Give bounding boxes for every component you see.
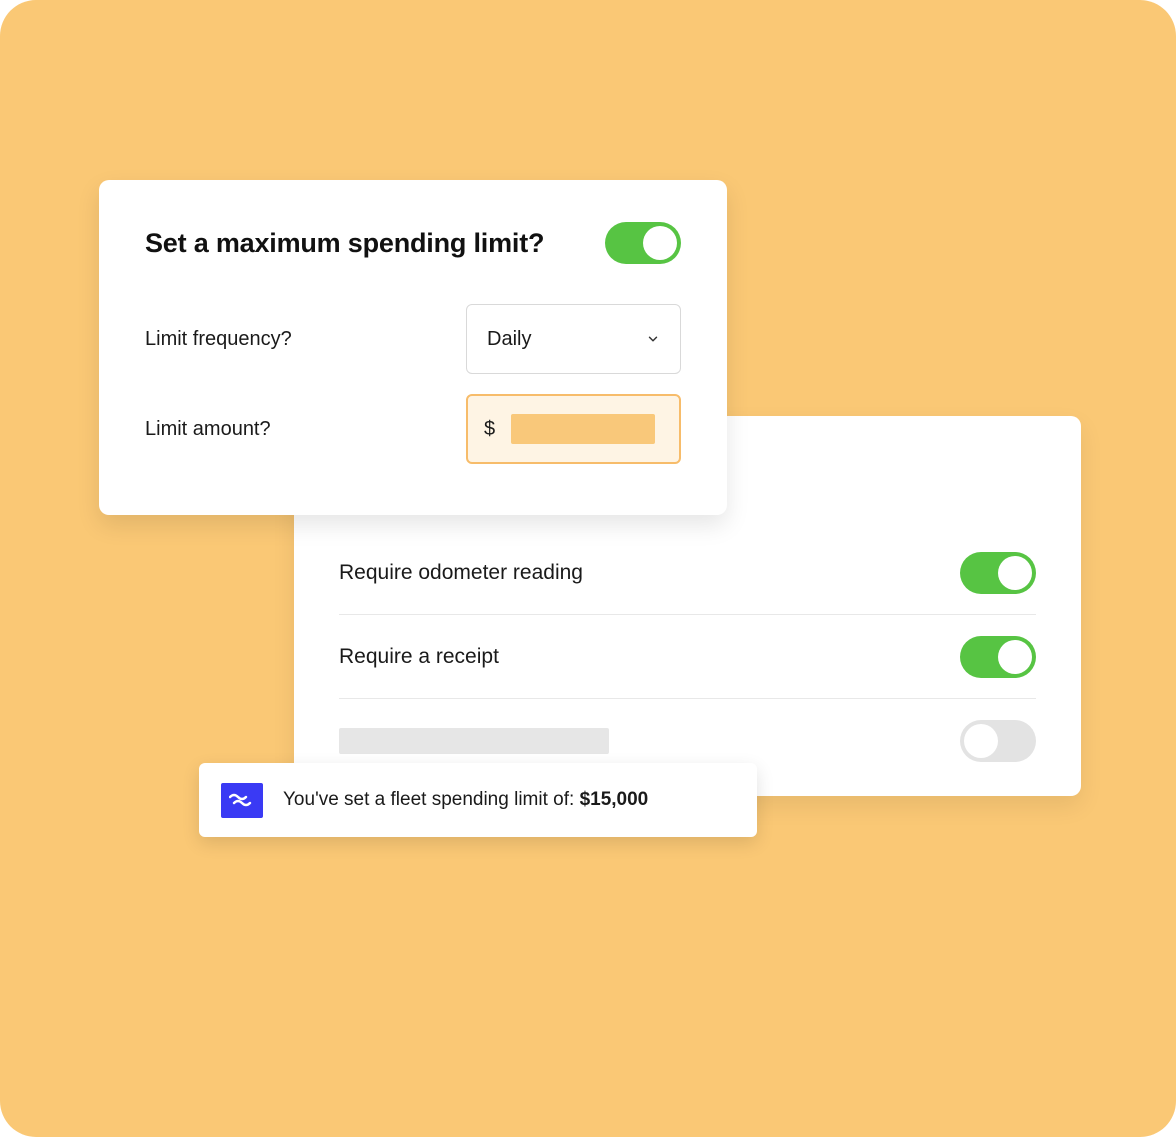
chevron-down-icon xyxy=(646,332,660,346)
currency-symbol: $ xyxy=(484,418,495,441)
frequency-value: Daily xyxy=(487,328,531,351)
toast-message-prefix: You've set a fleet spending limit of: xyxy=(283,789,580,810)
placeholder-label-skeleton xyxy=(339,728,609,754)
spending-title: Set a maximum spending limit? xyxy=(145,228,544,259)
spending-limit-toggle[interactable] xyxy=(605,222,681,264)
amount-input[interactable]: $ xyxy=(466,394,681,464)
fleet-limit-toast: You've set a fleet spending limit of: $1… xyxy=(199,763,757,837)
toggle-knob xyxy=(998,640,1032,674)
wave-icon xyxy=(229,792,255,808)
spending-header-row: Set a maximum spending limit? xyxy=(145,222,681,264)
require-odometer-toggle[interactable] xyxy=(960,552,1036,594)
require-placeholder-toggle[interactable] xyxy=(960,720,1036,762)
toggle-knob xyxy=(643,226,677,260)
require-odometer-label: Require odometer reading xyxy=(339,561,583,585)
canvas-background: Require odometer reading Require a recei… xyxy=(0,0,1176,1137)
amount-row: Limit amount? $ xyxy=(145,394,681,464)
toast-amount: $15,000 xyxy=(580,789,649,810)
require-odometer-row: Require odometer reading xyxy=(339,531,1036,615)
amount-placeholder-bar xyxy=(511,414,655,444)
frequency-select[interactable]: Daily xyxy=(466,304,681,374)
toggle-knob xyxy=(998,556,1032,590)
brand-icon xyxy=(221,783,263,818)
spending-limit-card: Set a maximum spending limit? Limit freq… xyxy=(99,180,727,515)
frequency-label: Limit frequency? xyxy=(145,328,292,351)
toast-message: You've set a fleet spending limit of: $1… xyxy=(283,789,648,811)
require-receipt-label: Require a receipt xyxy=(339,645,499,669)
amount-label: Limit amount? xyxy=(145,418,271,441)
frequency-row: Limit frequency? Daily xyxy=(145,304,681,374)
toggle-knob xyxy=(964,724,998,758)
require-receipt-toggle[interactable] xyxy=(960,636,1036,678)
require-receipt-row: Require a receipt xyxy=(339,615,1036,699)
